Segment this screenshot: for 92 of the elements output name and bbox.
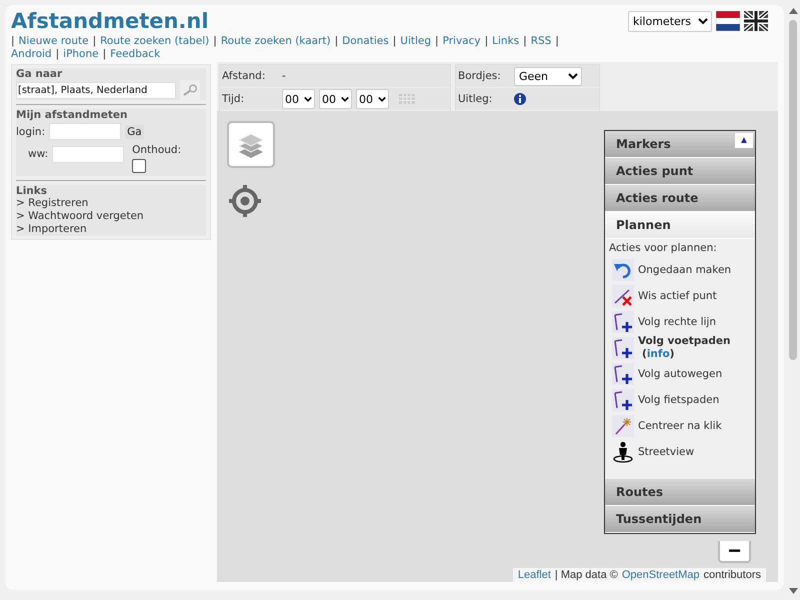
route-add-icon[interactable] <box>612 337 634 359</box>
signs-select[interactable]: Geen <box>514 66 582 86</box>
action-label[interactable]: Volg voetpaden (info) <box>638 335 755 361</box>
password-field[interactable] <box>52 146 124 163</box>
nav-link[interactable]: Route zoeken (tabel) <box>100 35 210 48</box>
nav-link[interactable]: iPhone <box>63 48 99 61</box>
remember-checkbox[interactable] <box>132 159 146 173</box>
nav-separator: | <box>435 35 439 48</box>
panel-section-header[interactable]: Acties punt <box>605 158 755 185</box>
panel-section-header[interactable]: Routes <box>605 479 755 506</box>
collapse-button[interactable]: ▲ <box>735 133 753 148</box>
scroll-up-icon[interactable] <box>788 8 798 14</box>
caret-icon <box>698 18 708 24</box>
action-label[interactable]: Ongedaan maken <box>638 264 732 276</box>
layers-button[interactable] <box>227 121 275 168</box>
location-search-field[interactable]: [straat], Plaats, Nederland <box>16 82 176 98</box>
distance-label: Afstand: <box>222 70 266 82</box>
nav-separator: | <box>102 48 106 61</box>
route-add-icon[interactable] <box>612 311 634 333</box>
locate-icon[interactable] <box>228 184 262 218</box>
action-label[interactable]: Volg rechte lijn <box>638 316 716 328</box>
action-label[interactable]: Volg fietspaden <box>638 394 720 406</box>
action-label[interactable]: Centreer na klik <box>638 420 722 432</box>
nav-link[interactable]: Nieuwe route <box>18 35 89 48</box>
panel-section-header[interactable]: Plannen <box>605 212 755 239</box>
nav-separator: | <box>11 35 15 48</box>
time-select[interactable]: 00 <box>356 89 389 109</box>
nav-link[interactable]: Privacy <box>442 35 481 48</box>
route-add-icon[interactable] <box>612 389 634 411</box>
nav-link[interactable]: Route zoeken (kaart) <box>220 35 331 48</box>
nav-separator: | <box>56 48 60 61</box>
info-link[interactable]: info <box>646 348 670 360</box>
nav-separator: | <box>484 35 488 48</box>
caret-icon <box>304 96 312 102</box>
unit-select[interactable]: kilometers <box>628 10 712 32</box>
login-field[interactable] <box>49 123 122 140</box>
signs-label: Bordjes: <box>458 70 502 82</box>
nav-separator: | <box>213 35 217 48</box>
nav-link[interactable]: Donaties <box>342 35 389 48</box>
nav-separator: | <box>334 35 338 48</box>
sidebar-link[interactable]: > Importeren <box>16 223 206 236</box>
caret-icon <box>568 72 578 80</box>
nav-link[interactable]: Links <box>492 35 520 48</box>
go-button[interactable]: Ga <box>125 124 144 138</box>
panel-section-header[interactable]: Acties route <box>605 185 755 212</box>
map-area[interactable] <box>217 111 778 582</box>
british-flag-icon[interactable] <box>744 11 768 31</box>
layers-icon <box>237 132 265 158</box>
search-icon <box>182 84 198 96</box>
nav-link[interactable]: Feedback <box>110 48 160 61</box>
site-logo[interactable]: Afstandmeten.nl <box>11 7 209 35</box>
section-title: Links <box>16 185 48 197</box>
attribution-text: | Map data © <box>554 569 618 581</box>
magic-wand-icon[interactable] <box>612 415 634 437</box>
sidebar-link[interactable]: > Registreren <box>16 197 206 210</box>
time-select[interactable]: 00 <box>319 89 352 109</box>
scroll-down-icon[interactable] <box>788 588 798 594</box>
openstreetmap-link[interactable]: OpenStreetMap <box>622 569 700 581</box>
nav-link[interactable]: Android <box>11 48 52 61</box>
zoom-out-button[interactable]: − <box>718 541 751 563</box>
login-label: login: <box>16 126 46 138</box>
nav-separator: | <box>92 35 96 48</box>
leaflet-link[interactable]: Leaflet <box>518 569 551 581</box>
panel-section-header[interactable]: Tussentijden <box>605 506 755 533</box>
scrollbar-thumb[interactable] <box>789 20 797 360</box>
sidebar-link[interactable]: > Wachtwoord vergeten <box>16 210 206 223</box>
undo-icon[interactable] <box>612 259 634 281</box>
nav-separator: | <box>555 35 559 48</box>
time-select[interactable]: 00 <box>282 89 315 109</box>
time-label: Tijd: <box>222 93 246 105</box>
remember-label: Onthoud: <box>132 144 182 156</box>
action-label[interactable]: Wis actief punt <box>638 290 717 302</box>
delete-point-icon[interactable] <box>612 285 634 307</box>
nav-separator: | <box>392 35 396 48</box>
info-icon[interactable] <box>514 93 526 105</box>
nav-link[interactable]: Uitleg <box>400 35 432 48</box>
dutch-flag-icon[interactable] <box>716 11 740 31</box>
password-label: ww: <box>28 148 48 160</box>
caret-icon <box>341 96 349 102</box>
attribution-text: contributors <box>704 569 761 581</box>
nav-separator: | <box>523 35 527 48</box>
panel-intro: Acties voor plannen: <box>609 242 718 254</box>
section-title: Mijn afstandmeten <box>16 109 128 121</box>
route-add-icon[interactable] <box>612 363 634 385</box>
caret-icon <box>378 96 386 102</box>
distance-value: - <box>282 70 286 82</box>
nav-link[interactable]: RSS <box>530 35 552 48</box>
section-title: Ga naar <box>16 68 64 80</box>
action-label[interactable]: Volg autowegen <box>638 368 722 380</box>
action-label[interactable]: Streetview <box>638 446 694 458</box>
help-label: Uitleg: <box>458 93 494 105</box>
pegman-icon[interactable] <box>612 441 634 463</box>
